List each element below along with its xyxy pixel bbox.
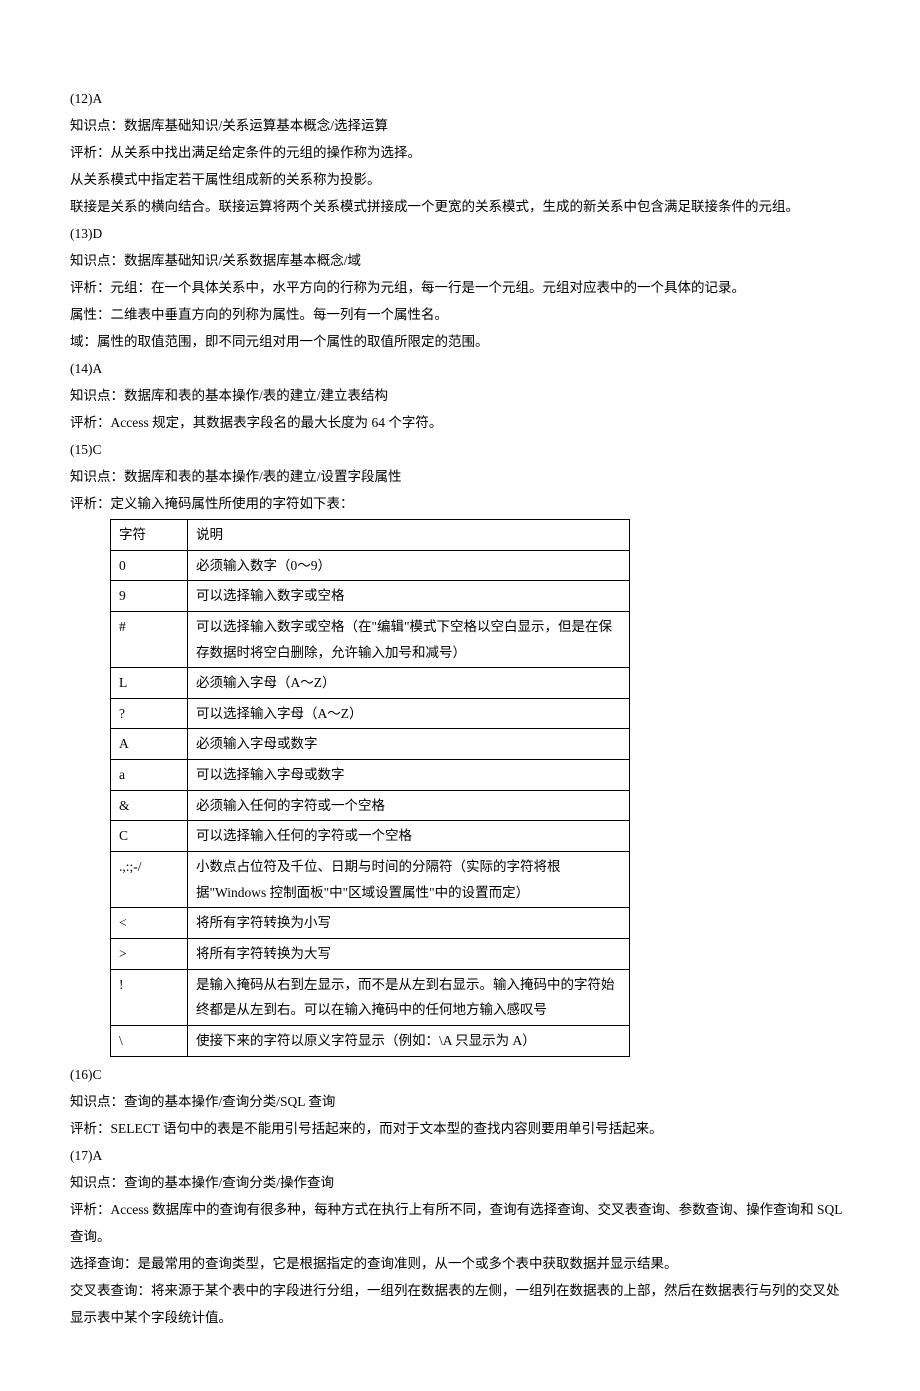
paragraph: (14)A: [70, 355, 850, 382]
paragraph: 知识点：数据库基础知识/关系运算基本概念/选择运算: [70, 112, 850, 139]
table-row: ?可以选择输入字母（A～Z）: [111, 698, 630, 729]
table-row: \使接下来的字符以原义字符显示（例如：\A 只显示为 A）: [111, 1025, 630, 1056]
table-cell-char: \: [111, 1025, 188, 1056]
table-cell-char: !: [111, 969, 188, 1025]
table-cell-desc: 可以选择输入数字或空格（在"编辑"模式下空格以空白显示，但是在保存数据时将空白删…: [188, 611, 630, 667]
paragraph: 从关系模式中指定若干属性组成新的关系称为投影。: [70, 166, 850, 193]
table-cell-desc: 将所有字符转换为大写: [188, 938, 630, 969]
paragraph: (15)C: [70, 436, 850, 463]
table-cell-desc: 必须输入数字（0～9）: [188, 550, 630, 581]
paragraph: 评析：SELECT 语句中的表是不能用引号括起来的，而对于文本型的查找内容则要用…: [70, 1115, 850, 1142]
table-row: #可以选择输入数字或空格（在"编辑"模式下空格以空白显示，但是在保存数据时将空白…: [111, 611, 630, 667]
table-cell-char: >: [111, 938, 188, 969]
paragraph: 联接是关系的横向结合。联接运算将两个关系模式拼接成一个更宽的关系模式，生成的新关…: [70, 193, 850, 220]
paragraph: 评析：Access 规定，其数据表字段名的最大长度为 64 个字符。: [70, 409, 850, 436]
paragraph: 评析：Access 数据库中的查询有很多种，每种方式在执行上有所不同，查询有选择…: [70, 1196, 850, 1250]
table-cell-desc: 是输入掩码从右到左显示，而不是从左到右显示。输入掩码中的字符始终都是从左到右。可…: [188, 969, 630, 1025]
paragraph: 域：属性的取值范围，即不同元组对用一个属性的取值所限定的范围。: [70, 328, 850, 355]
table-cell-desc: 可以选择输入字母或数字: [188, 760, 630, 791]
paragraph: 评析：元组：在一个具体关系中，水平方向的行称为元组，每一行是一个元组。元组对应表…: [70, 274, 850, 301]
table-row: 0必须输入数字（0～9）: [111, 550, 630, 581]
mask-characters-table: 字符 说明 0必须输入数字（0～9）9可以选择输入数字或空格#可以选择输入数字或…: [110, 519, 630, 1057]
table-row: .,:;-/小数点占位符及千位、日期与时间的分隔符（实际的字符将根据"Windo…: [111, 852, 630, 908]
table-cell-desc: 小数点占位符及千位、日期与时间的分隔符（实际的字符将根据"Windows 控制面…: [188, 852, 630, 908]
table-row: a可以选择输入字母或数字: [111, 760, 630, 791]
table-cell-char: ?: [111, 698, 188, 729]
table-cell-char: L: [111, 668, 188, 699]
paragraph: 知识点：数据库基础知识/关系数据库基本概念/域: [70, 247, 850, 274]
table-cell-char: C: [111, 821, 188, 852]
table-row: C可以选择输入任何的字符或一个空格: [111, 821, 630, 852]
document-content: (12)A知识点：数据库基础知识/关系运算基本概念/选择运算评析：从关系中找出满…: [70, 85, 850, 1331]
table-row: <将所有字符转换为小写: [111, 908, 630, 939]
table-row: &必须输入任何的字符或一个空格: [111, 790, 630, 821]
paragraph: (16)C: [70, 1061, 850, 1088]
table-header-desc: 说明: [188, 520, 630, 551]
table-cell-char: <: [111, 908, 188, 939]
paragraph: 知识点：查询的基本操作/查询分类/操作查询: [70, 1169, 850, 1196]
table-row: 9可以选择输入数字或空格: [111, 581, 630, 612]
paragraph: 评析：从关系中找出满足给定条件的元组的操作称为选择。: [70, 139, 850, 166]
paragraph: 知识点：查询的基本操作/查询分类/SQL 查询: [70, 1088, 850, 1115]
table-cell-desc: 将所有字符转换为小写: [188, 908, 630, 939]
table-cell-char: 9: [111, 581, 188, 612]
paragraph: 交叉表查询：将来源于某个表中的字段进行分组，一组列在数据表的左侧，一组列在数据表…: [70, 1277, 850, 1331]
paragraph: (17)A: [70, 1142, 850, 1169]
table-cell-desc: 可以选择输入数字或空格: [188, 581, 630, 612]
table-cell-desc: 可以选择输入任何的字符或一个空格: [188, 821, 630, 852]
paragraph: 知识点：数据库和表的基本操作/表的建立/设置字段属性: [70, 463, 850, 490]
table-row: !是输入掩码从右到左显示，而不是从左到右显示。输入掩码中的字符始终都是从左到右。…: [111, 969, 630, 1025]
table-cell-char: .,:;-/: [111, 852, 188, 908]
paragraph: 属性：二维表中垂直方向的列称为属性。每一列有一个属性名。: [70, 301, 850, 328]
table-row: >将所有字符转换为大写: [111, 938, 630, 969]
paragraph: (13)D: [70, 220, 850, 247]
table-cell-desc: 使接下来的字符以原义字符显示（例如：\A 只显示为 A）: [188, 1025, 630, 1056]
paragraph: 知识点：数据库和表的基本操作/表的建立/建立表结构: [70, 382, 850, 409]
paragraph: 选择查询：是最常用的查询类型，它是根据指定的查询准则，从一个或多个表中获取数据并…: [70, 1250, 850, 1277]
table-row: L必须输入字母（A～Z）: [111, 668, 630, 699]
table-header-char: 字符: [111, 520, 188, 551]
table-row: A必须输入字母或数字: [111, 729, 630, 760]
table-cell-desc: 必须输入字母或数字: [188, 729, 630, 760]
table-cell-char: a: [111, 760, 188, 791]
table-cell-desc: 可以选择输入字母（A～Z）: [188, 698, 630, 729]
table-cell-char: A: [111, 729, 188, 760]
paragraph: (12)A: [70, 85, 850, 112]
table-cell-desc: 必须输入任何的字符或一个空格: [188, 790, 630, 821]
table-cell-char: #: [111, 611, 188, 667]
table-cell-char: 0: [111, 550, 188, 581]
table-cell-char: &: [111, 790, 188, 821]
table-cell-desc: 必须输入字母（A～Z）: [188, 668, 630, 699]
paragraph: 评析：定义输入掩码属性所使用的字符如下表：: [70, 490, 850, 517]
